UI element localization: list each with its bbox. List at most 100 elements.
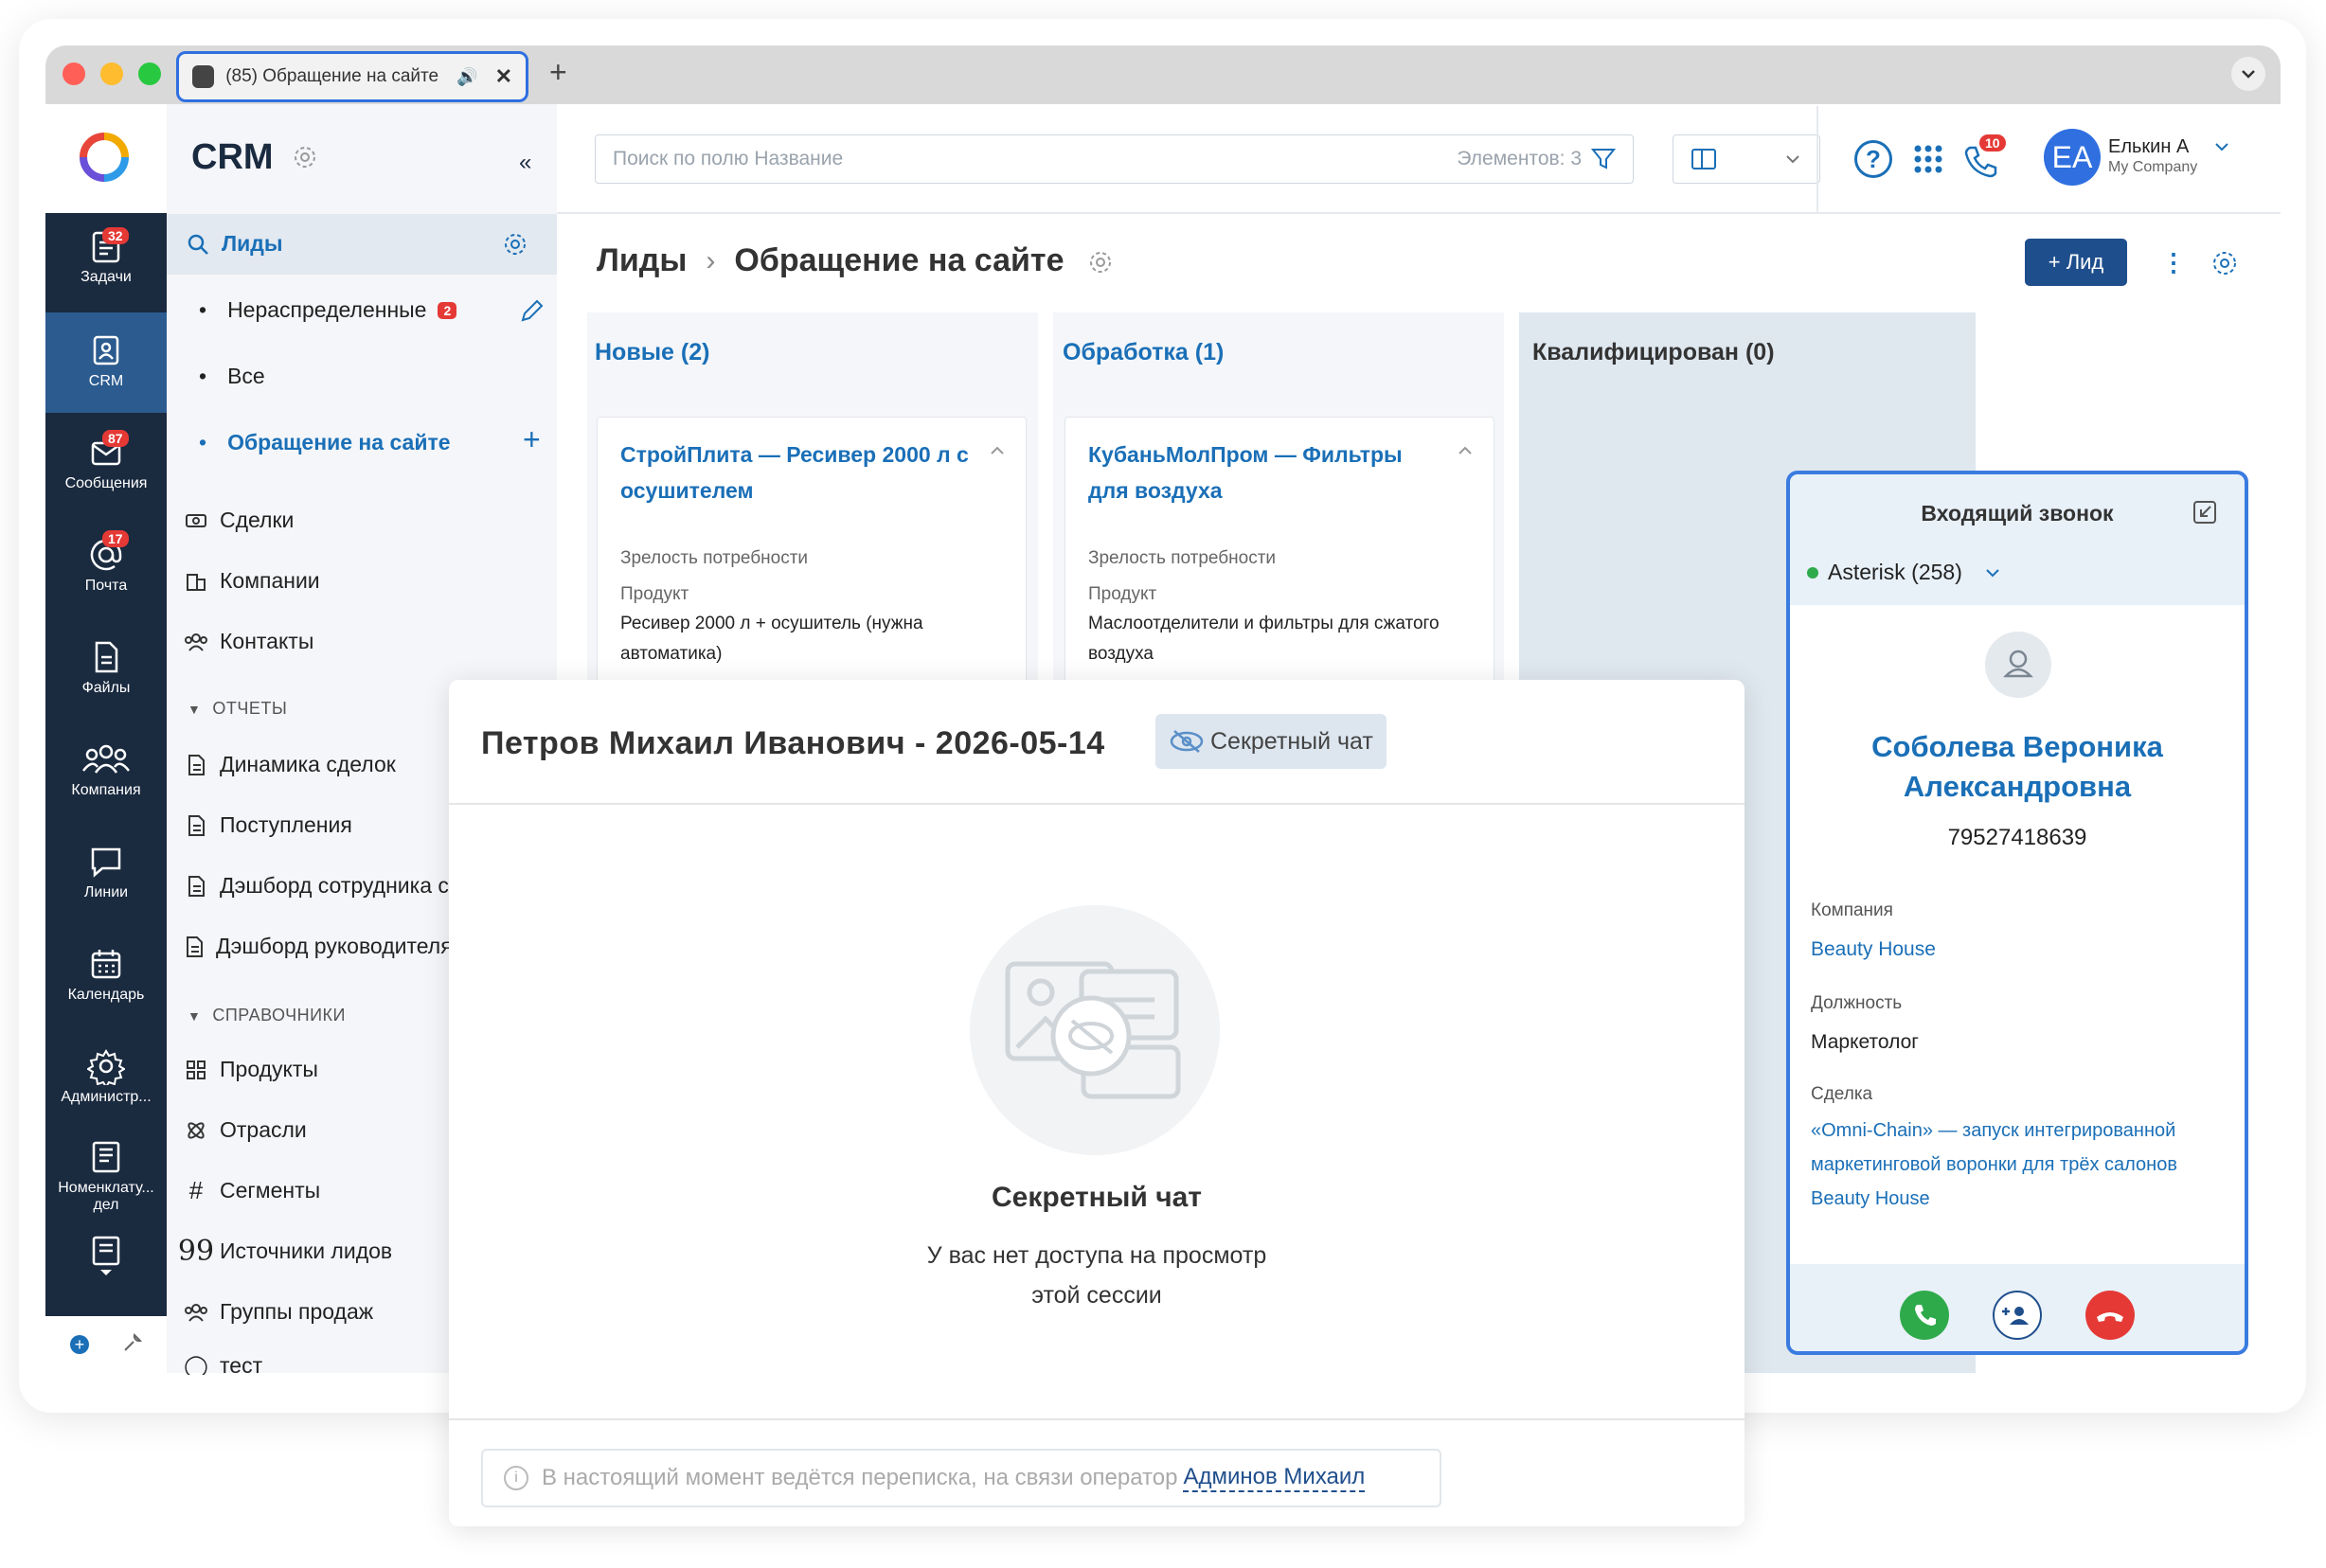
- kanban-settings-icon[interactable]: [2210, 249, 2239, 277]
- references-section-header[interactable]: ▼ СПРАВОЧНИКИ: [188, 1006, 346, 1025]
- maximize-window-button[interactable]: [138, 62, 161, 85]
- transfer-call-button[interactable]: [1993, 1291, 2042, 1340]
- add-pipeline-icon[interactable]: +: [523, 422, 541, 457]
- sidebar-item-products[interactable]: Продукты: [184, 1057, 318, 1082]
- more-options-icon[interactable]: ⋮: [2161, 248, 2186, 277]
- sidebar-item-companies[interactable]: Компании: [184, 568, 320, 594]
- user-avatar[interactable]: EA: [2044, 129, 2101, 186]
- line-name: Asterisk (258): [1828, 560, 1962, 584]
- answer-call-button[interactable]: [1900, 1291, 1949, 1340]
- sidebar-item-site-request[interactable]: • Обращение на сайте: [199, 430, 451, 455]
- chevron-up-icon[interactable]: [990, 446, 1005, 455]
- sidebar-item-report[interactable]: Дэшборд сотрудника с: [184, 873, 449, 899]
- sidebar-item-test[interactable]: ◯ тест: [184, 1356, 262, 1375]
- add-lead-button[interactable]: + Лид: [2025, 239, 2127, 286]
- chevron-up-icon[interactable]: [1458, 446, 1473, 455]
- reports-section-header[interactable]: ▼ ОТЧЕТЫ: [188, 699, 287, 719]
- speaker-icon[interactable]: 🔊: [456, 67, 477, 87]
- deal-link[interactable]: Beauty House: [1811, 1188, 1930, 1210]
- page-title: Обращение на сайте: [734, 242, 1065, 278]
- operator-link[interactable]: Админов Михаил: [1183, 1464, 1366, 1492]
- caret-down-icon: ▼: [188, 1008, 202, 1024]
- rail-item-more[interactable]: [45, 1236, 167, 1277]
- rail-item-messages[interactable]: 87 Сообщения: [45, 430, 167, 492]
- column-title[interactable]: Новые (2): [595, 339, 709, 366]
- rail-item-company[interactable]: Компания: [45, 740, 167, 799]
- sidebar-item-deals[interactable]: Сделки: [184, 508, 294, 533]
- new-tab-icon[interactable]: +: [549, 55, 567, 90]
- sidebar-item-report[interactable]: Дэшборд руководителя: [184, 934, 449, 959]
- minimize-call-icon[interactable]: [2192, 499, 2218, 526]
- rail-item-crm[interactable]: CRM: [45, 331, 167, 390]
- chevron-down-icon[interactable]: [98, 1268, 114, 1277]
- sidebar-item-contacts[interactable]: Контакты: [184, 629, 313, 654]
- rail-item-calendar[interactable]: Календарь: [45, 945, 167, 1004]
- sidebar-item-lead-sources[interactable]: 99 Источники лидов: [178, 1235, 392, 1268]
- sidebar-label: Контакты: [220, 629, 314, 653]
- company-link[interactable]: Beauty House: [1811, 938, 1936, 961]
- column-title[interactable]: Обработка (1): [1063, 339, 1224, 366]
- deal-label: Сделка: [1811, 1084, 1873, 1104]
- deal-link[interactable]: «Omni-Chain» — запуск интегрированной: [1811, 1120, 2175, 1142]
- collapse-sidebar-button[interactable]: «: [519, 150, 531, 176]
- section-label: СПРАВОЧНИКИ: [212, 1006, 346, 1025]
- document-icon: [184, 874, 208, 899]
- lead-card-title[interactable]: КубаньМолПром — Фильтры для воздуха: [1088, 437, 1437, 508]
- secret-chat-illustration-icon: [970, 905, 1220, 1155]
- sidebar-item-report[interactable]: Динамика сделок: [184, 752, 396, 777]
- rail-item-files[interactable]: Файлы: [45, 638, 167, 697]
- caller-name[interactable]: Александровна: [1790, 770, 2245, 804]
- bullet-icon: •: [199, 297, 207, 322]
- rail-label: Файлы: [81, 680, 131, 696]
- apps-grid-icon[interactable]: [1911, 142, 1945, 176]
- app-settings-icon[interactable]: [292, 144, 318, 170]
- decline-call-button[interactable]: [2085, 1291, 2135, 1340]
- rail-item-mail[interactable]: 17 Почта: [45, 530, 167, 595]
- chat-panel: Петров Михаил Иванович - 2026-05-14 Секр…: [449, 680, 1744, 1526]
- browser-tab[interactable]: (85) Обращение на сайте 🔊 ✕: [176, 51, 528, 102]
- sidebar-item-industries[interactable]: Отрасли: [184, 1117, 307, 1143]
- sidebar-item-all[interactable]: • Все: [199, 364, 265, 389]
- operator-notice-text: В настоящий момент ведётся переписка, на…: [542, 1465, 1178, 1490]
- rail-item-tasks[interactable]: 32 Задачи: [45, 227, 167, 286]
- rail-item-nomenclature[interactable]: Номенклату... дел: [45, 1138, 167, 1214]
- user-name[interactable]: Елькин А: [2108, 136, 2189, 158]
- tab-favicon-icon: [192, 65, 215, 88]
- page-settings-icon[interactable]: [1087, 249, 1114, 276]
- lead-card-title[interactable]: СтройПлита — Ресивер 2000 л с осушителем: [620, 437, 969, 508]
- tab-close-icon[interactable]: ✕: [495, 64, 512, 89]
- product-label: Продукт: [620, 584, 689, 604]
- column-title[interactable]: Квалифицирован (0): [1532, 339, 1775, 366]
- line-selector[interactable]: Asterisk (258): [1807, 560, 2000, 585]
- caret-down-icon: ▼: [188, 702, 202, 717]
- pencil-icon[interactable]: [519, 297, 546, 324]
- sidebar-label: Динамика сделок: [220, 752, 396, 776]
- breadcrumb-root[interactable]: Лиды: [597, 242, 687, 279]
- sidebar-item-leads[interactable]: Лиды: [186, 231, 283, 257]
- minimize-window-button[interactable]: [100, 62, 123, 85]
- user-menu-chevron-icon[interactable]: [2214, 142, 2229, 151]
- close-window-button[interactable]: [63, 62, 85, 85]
- search-input[interactable]: Поиск по полю Название Элементов: 3: [595, 134, 1634, 184]
- wrench-icon[interactable]: [121, 1331, 144, 1354]
- topbar-vertical-divider: [1816, 106, 1818, 212]
- filter-icon[interactable]: [1591, 147, 1616, 171]
- app-logo-icon[interactable]: [78, 131, 131, 184]
- rail-item-lines[interactable]: Линии: [45, 843, 167, 901]
- incoming-call-panel: Входящий звонок Asterisk (258) Соболева …: [1786, 471, 2248, 1355]
- help-icon[interactable]: ?: [1854, 140, 1892, 178]
- rail-item-admin[interactable]: Администр...: [45, 1047, 167, 1106]
- lead-card[interactable]: КубаньМолПром — Фильтры для воздуха Зрел…: [1065, 417, 1494, 691]
- sidebar-item-report[interactable]: Поступления: [184, 812, 352, 838]
- leads-settings-icon[interactable]: [502, 231, 528, 258]
- deal-link[interactable]: маркетинговой воронки для трёх салонов: [1811, 1154, 2177, 1176]
- caller-name[interactable]: Соболева Вероника: [1790, 730, 2245, 764]
- company-label: Компания: [1811, 900, 1893, 920]
- sidebar-item-sales-groups[interactable]: Группы продаж: [184, 1299, 373, 1325]
- view-mode-button[interactable]: [1673, 134, 1820, 184]
- sidebar-item-unassigned[interactable]: • Нераспределенные 2: [199, 297, 457, 323]
- lead-card[interactable]: СтройПлита — Ресивер 2000 л с осушителем…: [597, 417, 1027, 691]
- add-circle-icon[interactable]: +: [70, 1335, 89, 1354]
- sidebar-item-segments[interactable]: # Сегменты: [184, 1176, 320, 1204]
- tabs-menu-button[interactable]: [2231, 57, 2265, 91]
